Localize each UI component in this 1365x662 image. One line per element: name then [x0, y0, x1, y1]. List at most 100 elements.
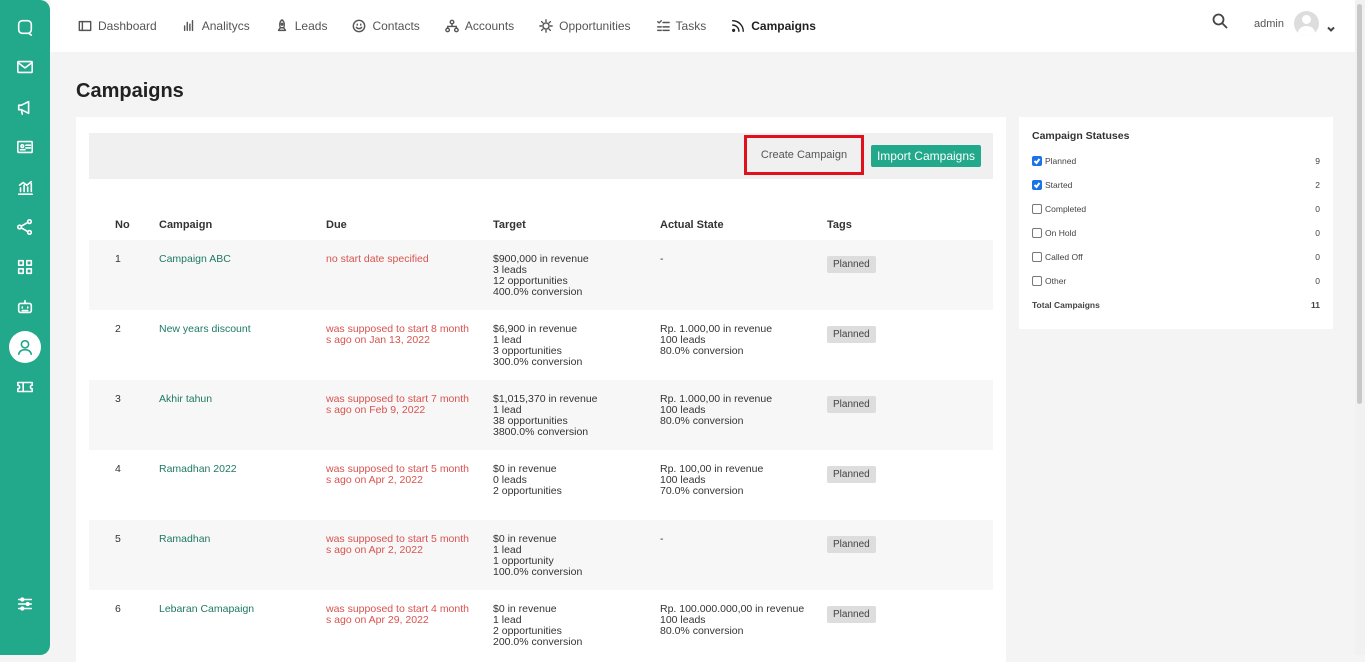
- org-icon: [444, 19, 459, 33]
- table-row[interactable]: 2 New years discount was supposed to start…: [89, 310, 993, 380]
- target-line: 2 opportunities: [493, 485, 562, 497]
- nav-campaigns[interactable]: Campaigns: [731, 19, 816, 33]
- status-tag[interactable]: Planned: [827, 536, 876, 553]
- nav-analytics[interactable]: Analitycs: [182, 19, 250, 33]
- nav-label: Contacts: [372, 19, 420, 33]
- check-icon: [1033, 182, 1041, 189]
- table-row[interactable]: 3 Akhir tahun was supposed to start 7 mont…: [89, 380, 993, 450]
- nav-dashboard[interactable]: Dashboard: [78, 19, 157, 33]
- status-filter-row[interactable]: Other 0: [1032, 269, 1320, 293]
- total-count: 11: [1311, 300, 1320, 310]
- settings-sliders-icon[interactable]: [9, 588, 41, 620]
- nav-opportunities[interactable]: Opportunities: [539, 19, 631, 33]
- column-header[interactable]: Campaign: [159, 209, 326, 240]
- status-tag[interactable]: Planned: [827, 256, 876, 273]
- column-header[interactable]: Target: [493, 209, 660, 240]
- column-header[interactable]: No: [89, 209, 159, 240]
- campaign-link[interactable]: Ramadhan: [159, 533, 210, 545]
- user-icon[interactable]: [9, 331, 41, 363]
- create-campaign-button[interactable]: Create Campaign: [744, 135, 864, 175]
- megaphone-icon[interactable]: [9, 91, 41, 123]
- due-text: was supposed to start 5 months ago on Ap…: [326, 533, 469, 556]
- campaign-link[interactable]: Ramadhan 2022: [159, 463, 237, 475]
- status-checkbox[interactable]: [1032, 228, 1042, 238]
- status-label[interactable]: Planned: [1045, 156, 1300, 166]
- target-line: 400.0% conversion: [493, 286, 583, 298]
- nav-label: Leads: [294, 19, 328, 33]
- status-label[interactable]: Completed: [1045, 204, 1300, 214]
- status-tag[interactable]: Planned: [827, 396, 876, 413]
- username[interactable]: admin: [1254, 18, 1284, 30]
- checklist-icon: [656, 20, 670, 32]
- nav-label: Dashboard: [98, 19, 157, 33]
- due-text: was supposed to start 5 months ago on Ap…: [326, 463, 469, 486]
- nav-label: Analitycs: [201, 19, 250, 33]
- column-header[interactable]: Actual State: [660, 209, 827, 240]
- ticket-icon[interactable]: [9, 371, 41, 403]
- id-card-icon[interactable]: [9, 131, 41, 163]
- avatar[interactable]: [1294, 11, 1319, 36]
- actual-line: 80.0% conversion: [660, 345, 744, 357]
- mail-icon[interactable]: [9, 51, 41, 83]
- nav-contacts[interactable]: Contacts: [352, 19, 420, 33]
- campaign-link[interactable]: Akhir tahun: [159, 393, 212, 405]
- share-icon[interactable]: [9, 211, 41, 243]
- status-filter-row[interactable]: Completed 0: [1032, 197, 1320, 221]
- scrollbar-thumb[interactable]: [1357, 4, 1362, 404]
- user-area: admin: [1212, 11, 1335, 36]
- nav-tasks[interactable]: Tasks: [656, 19, 706, 33]
- actual-line: 80.0% conversion: [660, 415, 744, 427]
- status-label[interactable]: Other: [1045, 276, 1300, 286]
- status-checkbox[interactable]: [1032, 156, 1042, 166]
- row-number: 3: [115, 393, 121, 405]
- target-line: 3800.0% conversion: [493, 426, 589, 438]
- due-text: was supposed to start 7 months ago on Fe…: [326, 393, 469, 416]
- status-count: 0: [1315, 228, 1320, 238]
- page-scrollbar[interactable]: [1355, 0, 1365, 655]
- status-label[interactable]: Called Off: [1045, 252, 1300, 262]
- search-icon[interactable]: [1212, 13, 1228, 34]
- analytics-icon[interactable]: [9, 171, 41, 203]
- campaign-link[interactable]: Lebaran Camapaign: [159, 603, 254, 615]
- due-text: was supposed to start 4 months ago on Ap…: [326, 603, 469, 626]
- page-title: Campaigns: [76, 80, 184, 102]
- status-label[interactable]: Started: [1045, 180, 1300, 190]
- status-tag[interactable]: Planned: [827, 326, 876, 343]
- actual-line: -: [660, 533, 664, 545]
- nav-label: Opportunities: [559, 19, 631, 33]
- row-number: 2: [115, 323, 121, 335]
- status-label[interactable]: On Hold: [1045, 228, 1300, 238]
- chevron-down-icon[interactable]: [1327, 20, 1335, 32]
- total-label: Total Campaigns: [1032, 300, 1100, 310]
- robot-icon[interactable]: [9, 291, 41, 323]
- nav-leads[interactable]: Leads: [275, 19, 328, 33]
- import-campaigns-button[interactable]: Import Campaigns: [871, 145, 981, 167]
- status-checkbox[interactable]: [1032, 180, 1042, 190]
- status-checkbox[interactable]: [1032, 276, 1042, 286]
- status-filter-row[interactable]: On Hold 0: [1032, 221, 1320, 245]
- campaign-link[interactable]: New years discount: [159, 323, 251, 335]
- status-tag[interactable]: Planned: [827, 466, 876, 483]
- column-header[interactable]: Due: [326, 209, 493, 240]
- table-row[interactable]: 5 Ramadhan was supposed to start 5 months …: [89, 520, 993, 590]
- status-filter-row[interactable]: Started 2: [1032, 173, 1320, 197]
- status-tag[interactable]: Planned: [827, 606, 876, 623]
- status-checkbox[interactable]: [1032, 252, 1042, 262]
- table-row[interactable]: 6 Lebaran Camapaign was supposed to start …: [89, 590, 993, 660]
- column-header[interactable]: Tags: [827, 209, 993, 240]
- chat-icon[interactable]: [9, 11, 41, 43]
- campaign-toolbar: Create Campaign Import Campaigns: [89, 133, 993, 179]
- target-line: 200.0% conversion: [493, 636, 583, 648]
- nav-accounts[interactable]: Accounts: [444, 19, 514, 33]
- campaign-link[interactable]: Campaign ABC: [159, 253, 231, 265]
- table-row[interactable]: 4 Ramadhan 2022 was supposed to start 5 mo…: [89, 450, 993, 520]
- grid-icon[interactable]: [9, 251, 41, 283]
- target-line: 100.0% conversion: [493, 566, 583, 578]
- status-checkbox[interactable]: [1032, 204, 1042, 214]
- row-number: 6: [115, 603, 121, 615]
- table-row[interactable]: 1 Campaign ABC no start date specified $900…: [89, 240, 993, 310]
- actual-line: 80.0% conversion: [660, 625, 744, 637]
- status-filter-row[interactable]: Called Off 0: [1032, 245, 1320, 269]
- status-count: 9: [1315, 156, 1320, 166]
- status-filter-row[interactable]: Planned 9: [1032, 149, 1320, 173]
